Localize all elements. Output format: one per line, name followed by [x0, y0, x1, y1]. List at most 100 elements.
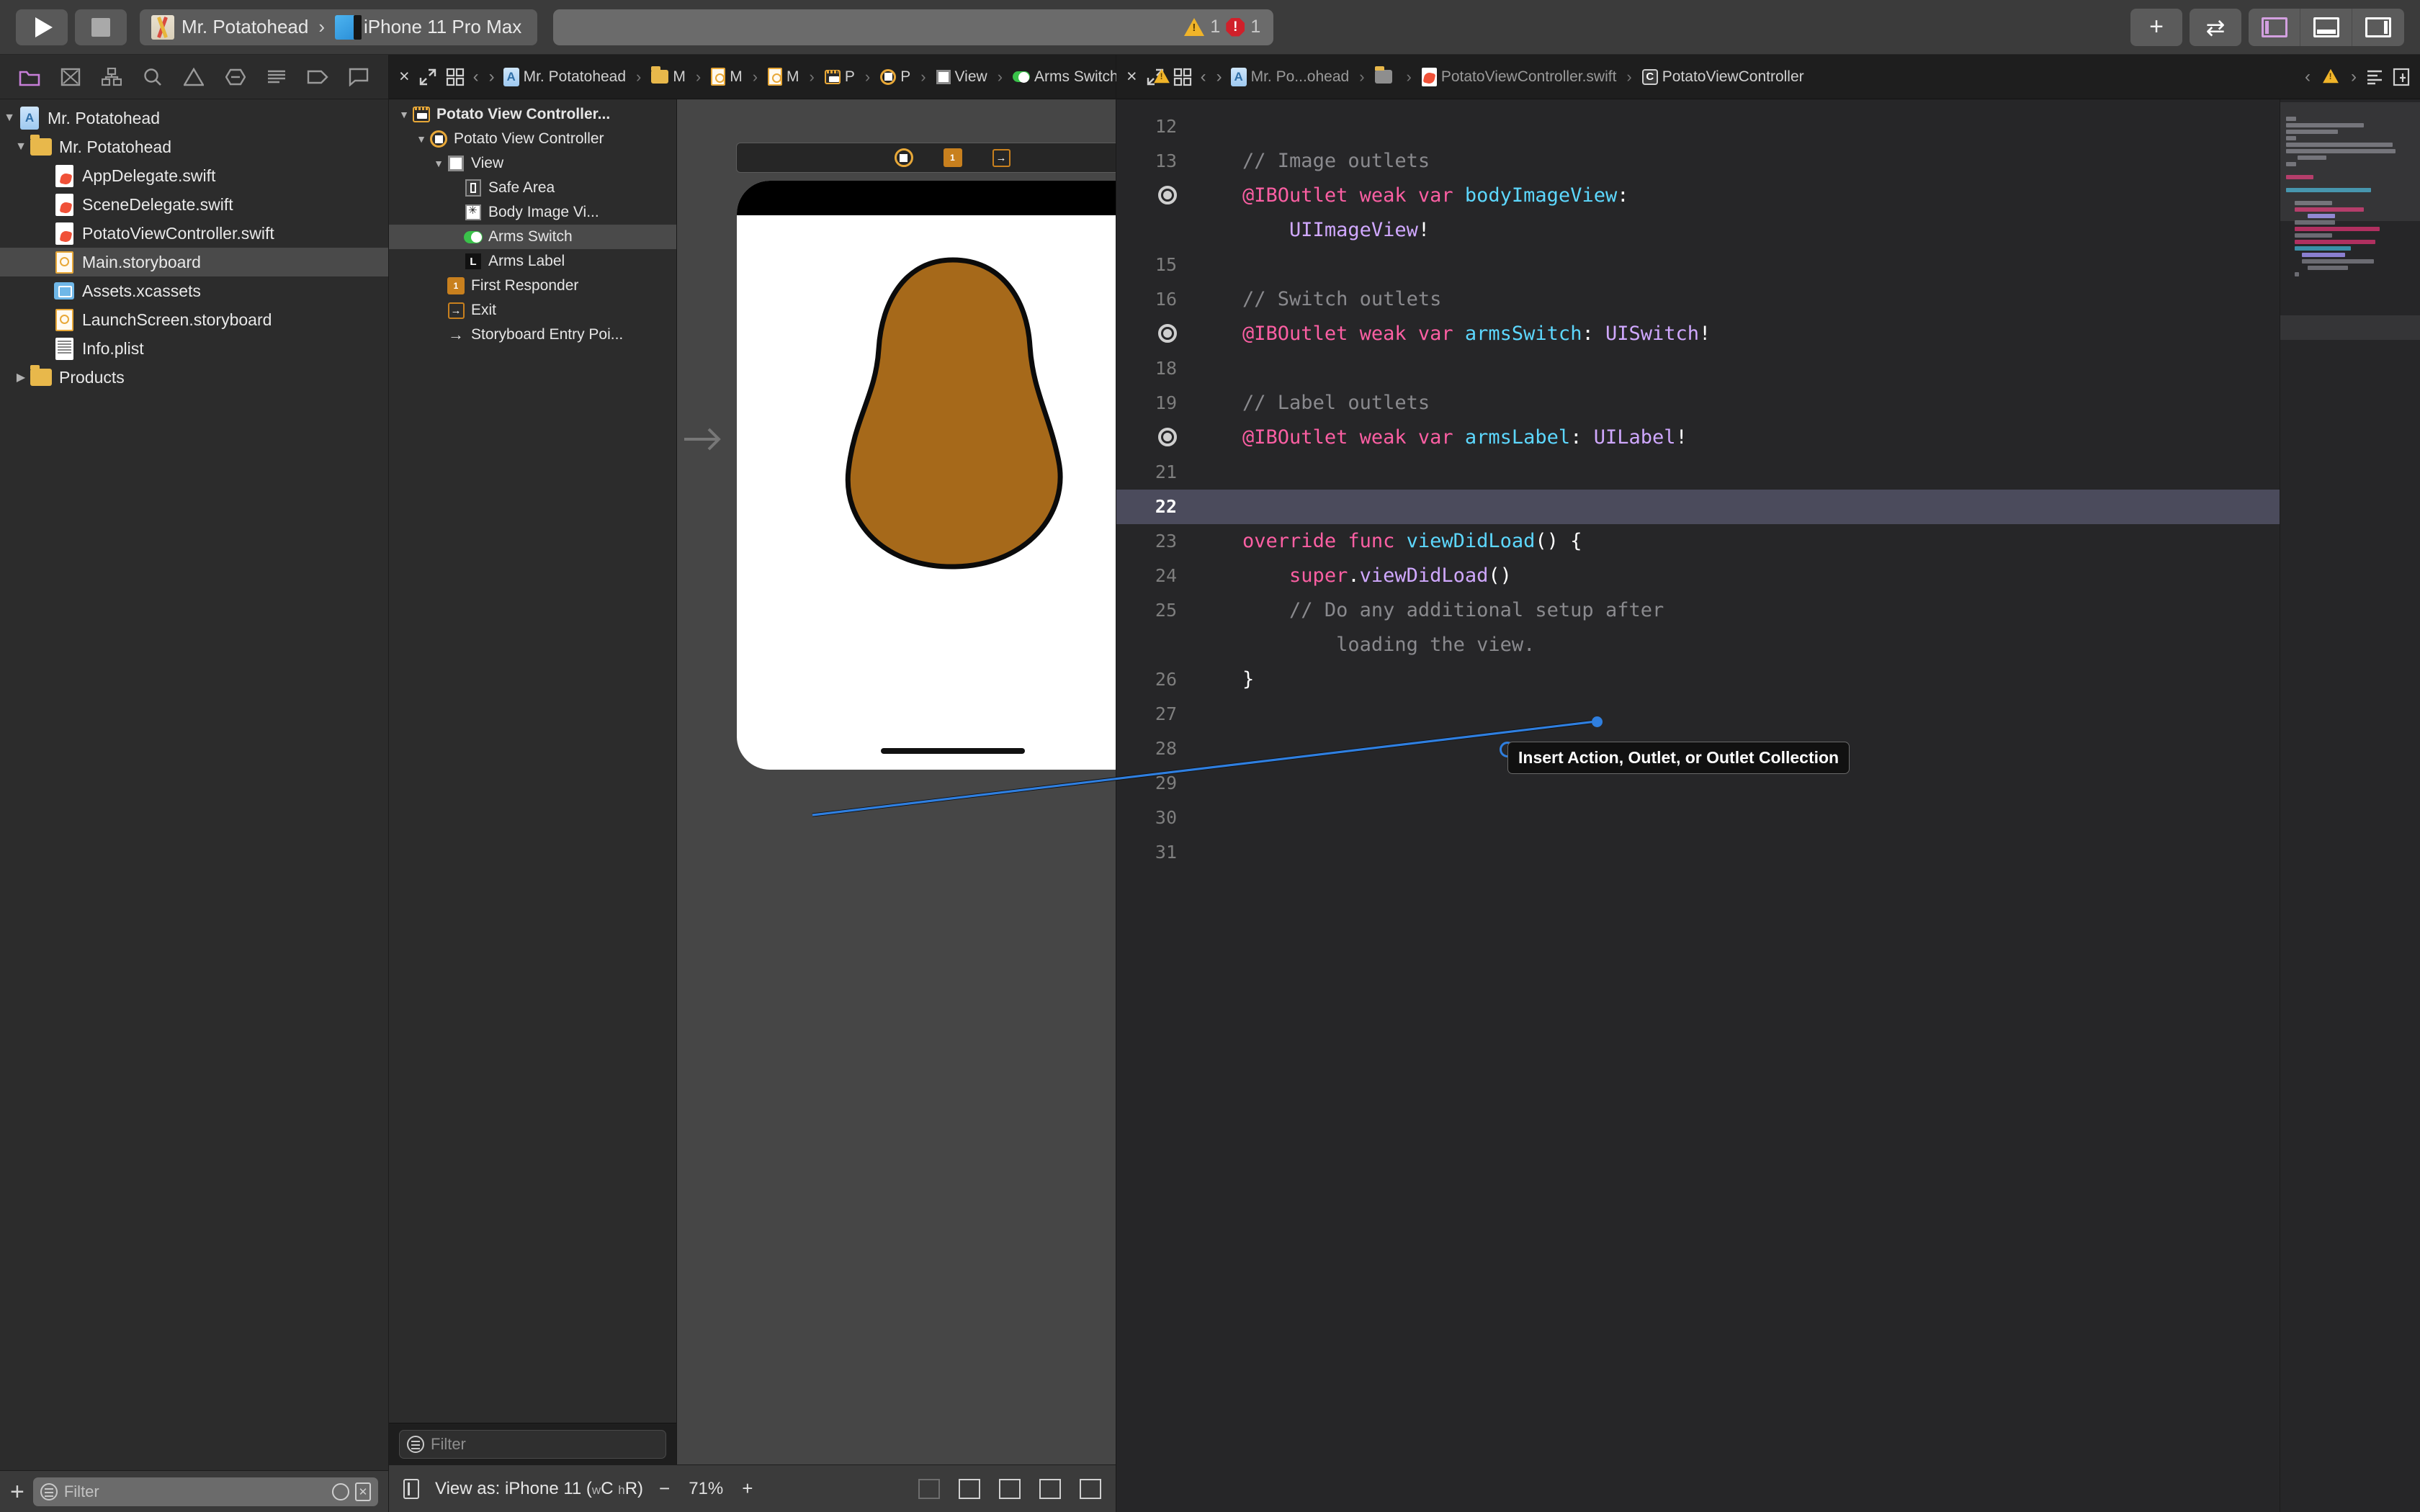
code-line[interactable]: 16 // Switch outlets — [1116, 282, 2280, 317]
outline-row-entry-point[interactable]: ▸ → Storyboard Entry Poi... — [389, 323, 676, 347]
add-editor-button[interactable]: + — [2130, 8, 2182, 46]
code-line[interactable]: 19 // Label outlets — [1116, 386, 2280, 420]
recent-files-icon[interactable] — [332, 1482, 349, 1500]
add-file-button[interactable]: + — [10, 1480, 24, 1504]
nav-row-main-storyboard[interactable]: ▸ Main.storyboard — [0, 248, 388, 276]
folder-icon[interactable] — [17, 65, 42, 89]
disclosure-triangle-icon[interactable]: ▶ — [12, 370, 30, 384]
outline-row-view[interactable]: ▼ View — [389, 151, 676, 176]
code-line[interactable]: 18 — [1116, 351, 2280, 386]
breadcrumb-item[interactable]: View — [936, 68, 987, 86]
nav-row[interactable]: ▸ Info.plist — [0, 334, 388, 363]
back-button[interactable]: ‹ — [1201, 67, 1206, 87]
breadcrumb-item[interactable] — [1374, 66, 1397, 84]
search-icon[interactable] — [140, 65, 165, 89]
outlet-connection-gutter-icon[interactable] — [1116, 420, 1196, 446]
first-responder-icon[interactable]: 1 — [943, 148, 962, 167]
forward-button[interactable]: › — [489, 67, 495, 87]
view-as-label[interactable]: View as: iPhone 11 (wC hR) — [435, 1479, 643, 1499]
code-line[interactable]: @IBOutlet weak var armsLabel: UILabel! — [1116, 420, 2280, 455]
device-preview-icon[interactable] — [403, 1478, 419, 1499]
code-line[interactable]: 15 — [1116, 248, 2280, 282]
code-line[interactable]: 21 — [1116, 455, 2280, 490]
breadcrumb-item[interactable]: Mr. Potatohead — [503, 67, 626, 86]
source-control-filter-icon[interactable] — [355, 1482, 371, 1501]
breadcrumb-item-class[interactable]: C PotatoViewController — [1641, 68, 1804, 86]
nav-row[interactable]: ▸ AppDelegate.swift — [0, 161, 388, 190]
outline-row-scene[interactable]: ▼ Potato View Controller... — [389, 102, 676, 127]
embed-in-icon[interactable] — [959, 1478, 980, 1499]
expand-editor-icon[interactable] — [418, 68, 437, 86]
nav-row[interactable]: ▸ SceneDelegate.swift — [0, 190, 388, 219]
nav-row[interactable]: ▼ Mr. Potatohead — [0, 104, 388, 132]
scheme-selector[interactable]: Mr. Potatohead › iPhone 11 Pro Max — [140, 9, 538, 45]
navigator-filter-field[interactable]: Filter — [32, 1477, 378, 1506]
close-editor-icon[interactable]: × — [1126, 66, 1137, 87]
minimap-toggle-icon[interactable] — [2365, 68, 2384, 86]
toggle-debug-area-button[interactable] — [2300, 8, 2352, 46]
outline-row-arms-switch[interactable]: ▸ Arms Switch — [389, 225, 676, 249]
outline-row-first-responder[interactable]: ▸ 1 First Responder — [389, 274, 676, 298]
breadcrumb-item[interactable]: M — [711, 68, 743, 86]
back-button[interactable]: ‹ — [473, 67, 479, 87]
outline-row-exit[interactable]: ▸ Exit — [389, 298, 676, 323]
outlet-connection-gutter-icon[interactable] — [1116, 179, 1196, 204]
code-line[interactable]: @IBOutlet weak var armsSwitch: UISwitch! — [1116, 317, 2280, 351]
outline-row-body-image-view[interactable]: ▸ Body Image Vi... — [389, 200, 676, 225]
zoom-out-button[interactable]: − — [659, 1477, 670, 1500]
previous-issue-button[interactable]: ‹ — [2305, 67, 2311, 87]
disclosure-triangle-icon[interactable]: ▼ — [413, 133, 429, 145]
nav-row[interactable]: ▶ Products — [0, 363, 388, 392]
code-line[interactable]: 23 override func viewDidLoad() { — [1116, 524, 2280, 559]
breadcrumb-item-arms-switch[interactable]: Arms Switch — [1013, 68, 1119, 86]
body-image-view[interactable] — [834, 254, 1072, 571]
add-assistant-editor-icon[interactable] — [2393, 68, 2410, 86]
next-issue-button[interactable]: › — [2351, 67, 2357, 87]
nav-row[interactable]: ▸ Assets.xcassets — [0, 276, 388, 305]
view-controller-canvas[interactable]: Arms — [737, 181, 1116, 770]
code-line[interactable]: 27 — [1116, 697, 2280, 732]
view-controller-icon[interactable] — [894, 148, 913, 167]
code-line[interactable]: 25 // Do any additional setup after load… — [1116, 593, 2280, 662]
forward-button[interactable]: › — [1216, 67, 1222, 87]
warning-icon[interactable] — [182, 65, 206, 89]
disclosure-triangle-icon[interactable]: ▼ — [0, 112, 19, 125]
update-frames-icon[interactable] — [918, 1478, 940, 1499]
nav-row[interactable]: ▸ LaunchScreen.storyboard — [0, 305, 388, 334]
resolve-issues-icon[interactable] — [1080, 1478, 1101, 1499]
disclosure-triangle-icon[interactable]: ▼ — [431, 158, 447, 169]
nav-row[interactable]: ▼ Mr. Potatohead — [0, 132, 388, 161]
outlet-connection-gutter-icon[interactable] — [1116, 317, 1196, 343]
breakpoint-icon[interactable] — [223, 65, 248, 89]
run-button[interactable] — [16, 9, 68, 45]
report-icon[interactable] — [264, 65, 289, 89]
breadcrumb-item[interactable]: P — [880, 68, 910, 86]
outline-filter-field[interactable]: Filter — [399, 1429, 666, 1459]
add-constraints-icon[interactable] — [1039, 1478, 1061, 1499]
source-code-area[interactable]: 12 13 // Image outlets @IBOutlet weak var… — [1116, 99, 2280, 1512]
breadcrumb-item[interactable]: M — [651, 66, 686, 86]
issue-counters[interactable]: 1 ! 1 — [1184, 17, 1269, 37]
outline-row-view-controller[interactable]: ▼ Potato View Controller — [389, 127, 676, 151]
breadcrumb-item[interactable]: M — [768, 68, 799, 86]
code-line[interactable]: 13 // Image outlets — [1116, 144, 2280, 179]
disclosure-triangle-icon[interactable]: ▼ — [396, 109, 412, 120]
breadcrumb-item[interactable]: PotatoViewController.swift — [1421, 67, 1616, 86]
breadcrumb-item[interactable]: Mr. Po...ohead — [1230, 67, 1349, 86]
code-line[interactable]: 30 — [1116, 801, 2280, 835]
exit-icon[interactable] — [992, 148, 1010, 167]
close-editor-icon[interactable]: × — [399, 66, 410, 87]
tag-icon[interactable] — [305, 65, 330, 89]
comment-icon[interactable] — [346, 65, 371, 89]
zoom-in-button[interactable]: + — [742, 1477, 753, 1500]
code-line[interactable]: 26 } — [1116, 662, 2280, 697]
toggle-navigator-button[interactable] — [2249, 8, 2300, 46]
code-line[interactable]: 12 — [1116, 109, 2280, 144]
swap-editor-button[interactable]: ⇄ — [2190, 8, 2241, 46]
code-line[interactable]: 22 — [1116, 490, 2280, 524]
stop-button[interactable] — [75, 9, 127, 45]
outline-row-safe-area[interactable]: ▸ Safe Area — [389, 176, 676, 200]
code-minimap[interactable] — [2280, 99, 2420, 1512]
storyboard-canvas[interactable]: 1 → — [677, 99, 1116, 1464]
nav-row[interactable]: ▸ PotatoViewController.swift — [0, 219, 388, 248]
